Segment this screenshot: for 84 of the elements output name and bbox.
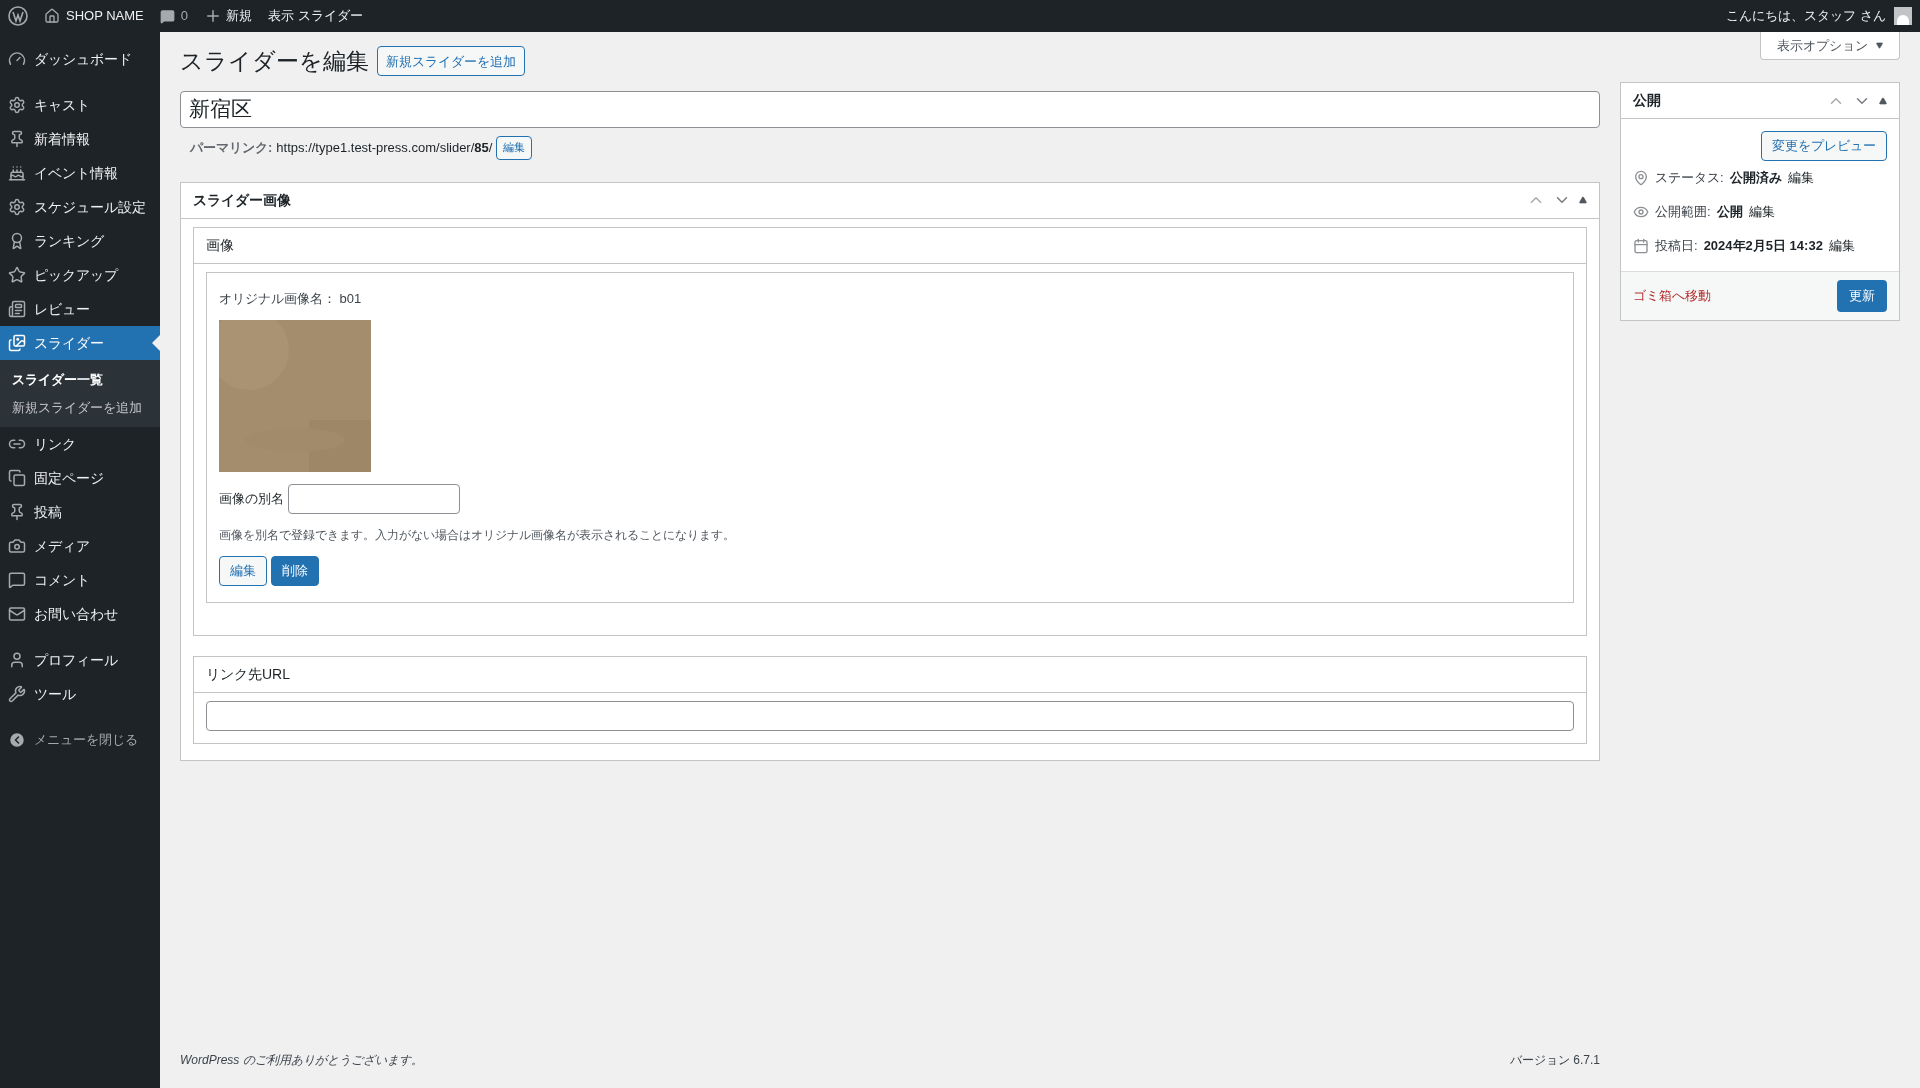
- edit-permalink-button[interactable]: 編集: [496, 135, 533, 160]
- view-link[interactable]: 表示 スライダー: [268, 6, 363, 26]
- site-name-link[interactable]: SHOP NAME: [66, 6, 144, 26]
- meta-edit-link[interactable]: 編集: [1828, 236, 1855, 256]
- delete-button[interactable]: 削除: [271, 556, 319, 586]
- cake-icon: [8, 164, 26, 182]
- star-icon: [8, 266, 26, 284]
- sidebar-item[interactable]: ツール: [0, 677, 160, 711]
- collapse-icon[interactable]: [1879, 96, 1887, 105]
- meta-label: 公開範囲:: [1655, 203, 1711, 222]
- pin-icon: [1633, 170, 1649, 186]
- update-button[interactable]: 更新: [1837, 280, 1887, 312]
- gauge-icon: [8, 50, 26, 68]
- calendar-icon: [1633, 238, 1649, 254]
- submenu-item[interactable]: スライダー一覧: [0, 366, 160, 394]
- pin-icon: [8, 503, 26, 521]
- add-new-button[interactable]: 新規スライダーを追加: [377, 46, 525, 77]
- home-icon[interactable]: [44, 8, 60, 24]
- sidebar-item[interactable]: リンク: [0, 427, 160, 461]
- sidebar-item[interactable]: キャスト: [0, 88, 160, 122]
- meta-value: 2024年2月5日 14:32: [1703, 237, 1823, 256]
- collapse-icon[interactable]: [8, 731, 26, 749]
- wordpress-logo-icon[interactable]: [8, 6, 28, 26]
- sidebar-item[interactable]: イベント情報: [0, 156, 160, 190]
- pin-icon: [8, 130, 26, 148]
- screen-options-button[interactable]: 表示オプション: [1760, 32, 1900, 60]
- meta-edit-link[interactable]: 編集: [1787, 168, 1814, 188]
- footer-thanks: WordPress のご利用ありがとうございます。: [180, 1052, 423, 1069]
- alias-label: 画像の別名: [219, 490, 284, 509]
- wrench-icon: [8, 685, 26, 703]
- sidebar-item[interactable]: スライダー: [0, 326, 160, 360]
- sidebar-item[interactable]: プロフィール: [0, 643, 160, 677]
- page-title: スライダーを編集: [180, 47, 369, 76]
- current-pointer-icon: [152, 335, 160, 351]
- mail-icon: [8, 605, 26, 623]
- comment-icon: [8, 571, 26, 589]
- title-field[interactable]: 新宿区: [180, 90, 1600, 128]
- sidebar-item[interactable]: お問い合わせ: [0, 597, 160, 631]
- user-icon: [8, 651, 26, 669]
- new-link[interactable]: 新規: [226, 6, 252, 26]
- comment-icon[interactable]: [159, 8, 175, 24]
- list-icon: [8, 300, 26, 318]
- sidebar-item[interactable]: 固定ページ: [0, 461, 160, 495]
- panel-title: スライダー画像: [193, 190, 291, 210]
- meta-label: 投稿日:: [1655, 237, 1698, 256]
- camera-icon: [8, 537, 26, 555]
- section-title: リンク先URL: [194, 657, 1586, 693]
- sidebar-item[interactable]: 投稿: [0, 495, 160, 529]
- trash-link[interactable]: ゴミ箱へ移動: [1633, 286, 1711, 306]
- comment-count[interactable]: 0: [180, 6, 188, 26]
- permalink-label: パーマリンク:: [190, 138, 273, 157]
- sidebar-item[interactable]: ダッシュボード: [0, 42, 160, 76]
- version-text: バージョン 6.7.1: [1509, 1052, 1600, 1069]
- sidebar-item[interactable]: コメント: [0, 563, 160, 597]
- meta-label: ステータス:: [1655, 169, 1724, 188]
- greeting-link[interactable]: こんにちは、スタッフ さん: [1726, 6, 1886, 26]
- help-text: 画像を別名で登録できます。入力がない場合はオリジナル画像名が表示されることになります。: [219, 527, 735, 544]
- gear-icon: [8, 198, 26, 216]
- images-icon: [8, 334, 26, 352]
- sidebar-item[interactable]: メディア: [0, 529, 160, 563]
- eye-icon: [1633, 204, 1649, 220]
- caret-icon: [1876, 42, 1883, 49]
- link-url-field[interactable]: [206, 701, 1574, 731]
- pages-icon: [8, 469, 26, 487]
- submenu-item[interactable]: 新規スライダーを追加: [0, 393, 160, 421]
- sidebar-item[interactable]: スケジュール設定: [0, 190, 160, 224]
- sidebar-item[interactable]: レビュー: [0, 292, 160, 326]
- meta-value: 公開: [1716, 203, 1743, 222]
- meta-edit-link[interactable]: 編集: [1748, 202, 1775, 222]
- edit-button[interactable]: 編集: [219, 556, 267, 586]
- plus-icon[interactable]: [204, 7, 222, 25]
- gear-icon: [8, 96, 26, 114]
- section-title: 画像: [194, 227, 1586, 264]
- permalink-link[interactable]: https://type1.test-press.com/slider/85/: [276, 137, 493, 158]
- collapse-menu-button[interactable]: メニューを閉じる: [0, 723, 160, 757]
- meta-value: 公開済み: [1729, 169, 1782, 188]
- collapse-icon[interactable]: [1579, 196, 1587, 204]
- preview-button[interactable]: 変更をプレビュー: [1761, 131, 1887, 161]
- panel-title: 公開: [1633, 91, 1661, 110]
- sidebar-item[interactable]: 新着情報: [0, 122, 160, 156]
- original-name: オリジナル画像名： b01: [219, 289, 362, 308]
- sidebar-item[interactable]: ピックアップ: [0, 258, 160, 292]
- alias-field[interactable]: [288, 484, 460, 514]
- sidebar-item[interactable]: ランキング: [0, 224, 160, 258]
